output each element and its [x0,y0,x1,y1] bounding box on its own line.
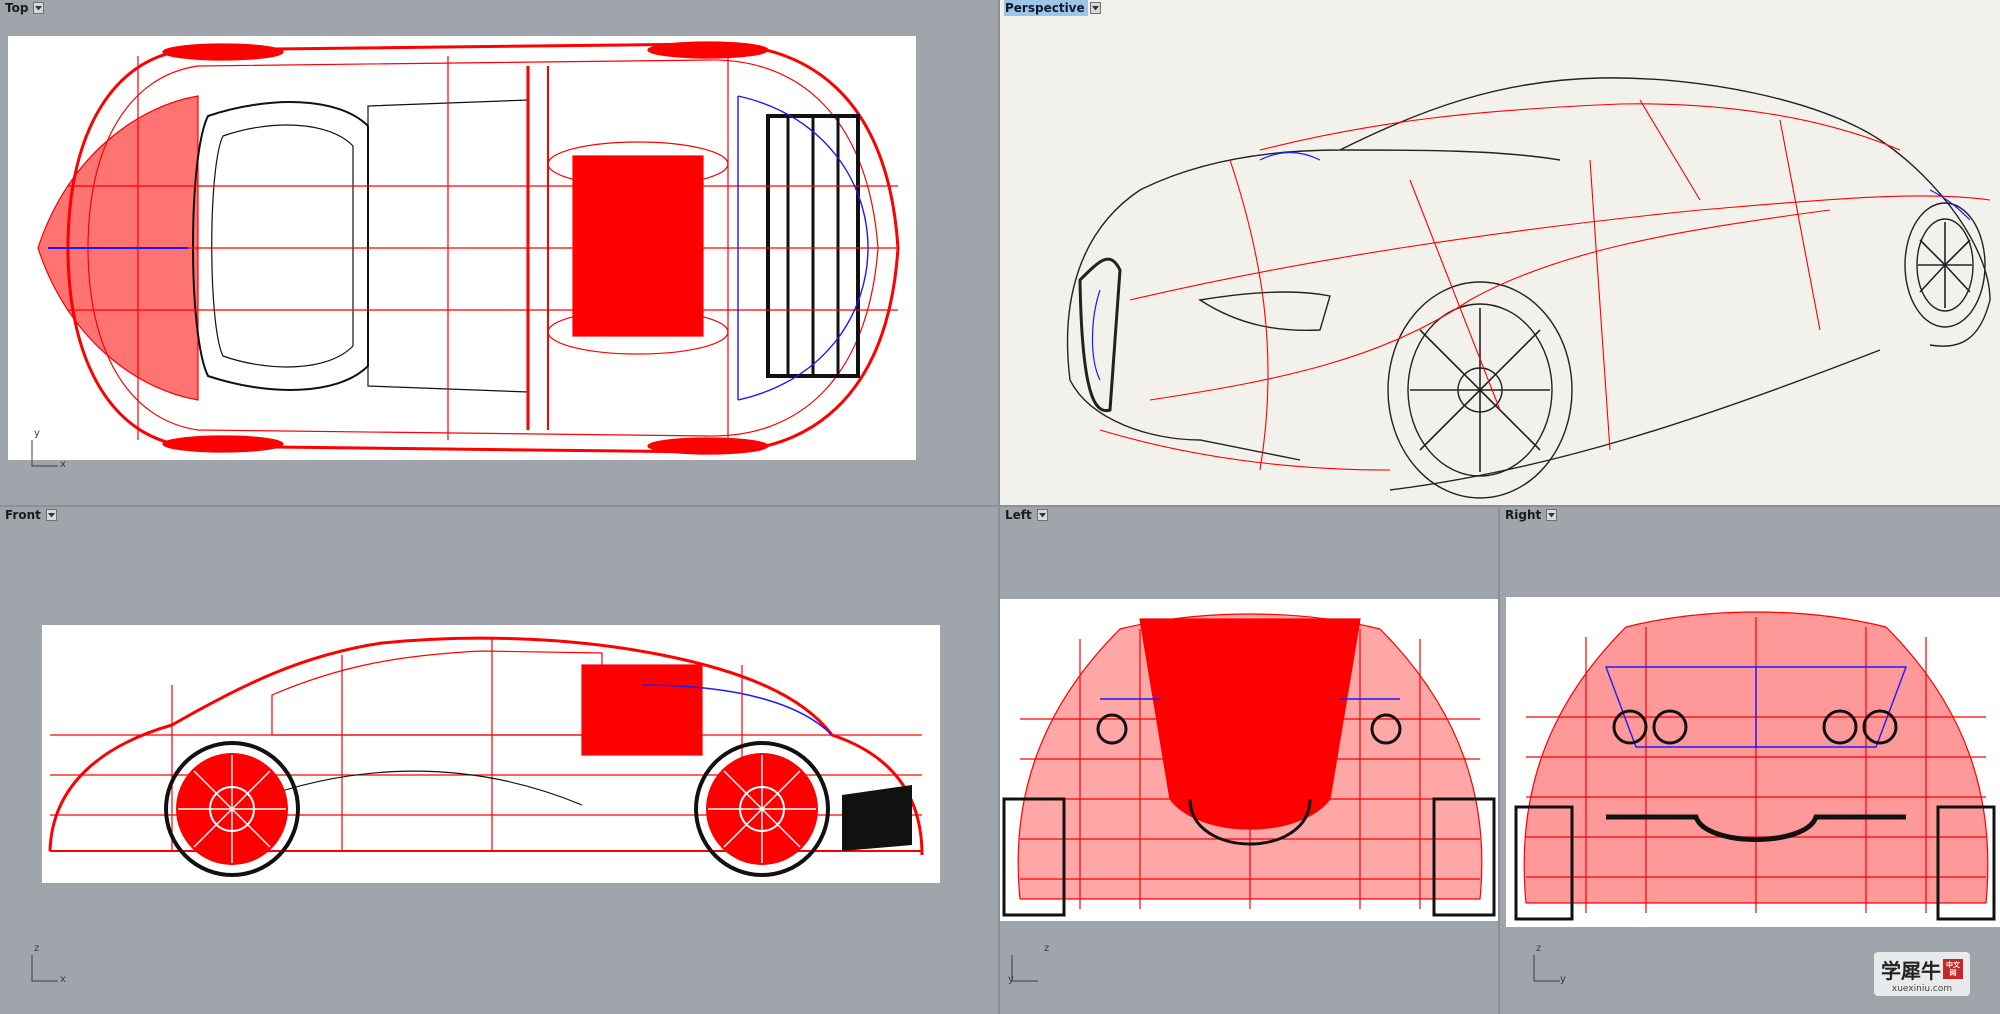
chevron-down-icon[interactable] [1036,509,1048,521]
viewport-title: Right [1505,508,1542,522]
viewport-left[interactable]: Left z y [1000,507,1498,1014]
viewport-title: Front [5,508,41,522]
viewport-tab-front[interactable]: Front [0,507,57,523]
axis-gizmo-icon: z x [28,943,68,987]
chevron-down-icon[interactable] [1546,509,1558,521]
axis-label-vertical: z [1044,943,1050,954]
axis-gizmo-icon: z y [1008,943,1049,987]
car-wireframe-top [37,41,900,455]
axis-label-vertical: z [1536,943,1542,954]
viewport-perspective[interactable]: Perspective [1000,0,2000,505]
axis-label-vertical: y [34,428,40,439]
car-wireframe-front [48,636,924,877]
viewport-title: Top [5,1,29,15]
viewport-top[interactable]: Top y x [0,0,998,505]
viewport-title: Left [1005,508,1032,522]
blueprint-image-left [1000,599,1498,921]
viewport-right[interactable]: Right z y 学犀牛 中文网 xuexiniu.com [1500,507,2000,1014]
chevron-down-icon[interactable] [1089,2,1101,14]
car-wireframe-rear-right [1514,611,1996,921]
axis-label-horizontal: x [60,974,66,985]
viewport-tab-top[interactable]: Top [0,0,45,16]
axis-gizmo-icon: z y [1530,943,1570,987]
watermark-main-text: 学犀牛 [1881,958,1941,983]
axis-label-horizontal: y [1008,974,1014,985]
chevron-down-icon[interactable] [45,509,57,521]
viewport-tab-perspective[interactable]: Perspective [1000,0,1101,16]
viewport-tab-right[interactable]: Right [1500,507,1558,523]
watermark-url: xuexiniu.com [1891,983,1953,994]
car-wireframe-rear-left [1002,613,1496,917]
axis-gizmo-icon: y x [28,428,68,472]
sketch-image-perspective [1000,0,2000,505]
blueprint-image-right [1506,597,2000,927]
blueprint-image-front [42,625,940,883]
chevron-down-icon[interactable] [33,2,45,14]
watermark-badge: 中文网 [1943,959,1963,979]
axis-label-horizontal: x [60,459,66,470]
axis-label-horizontal: y [1560,974,1566,985]
viewport-front[interactable]: Front z x [0,507,998,1014]
car-sketch-perspective [1066,77,1991,499]
watermark-logo: 学犀牛 中文网 xuexiniu.com [1874,952,1970,996]
axis-label-vertical: z [34,943,40,954]
viewport-tab-left[interactable]: Left [1000,507,1048,523]
blueprint-image-top [8,36,916,460]
viewport-title: Perspective [1004,0,1088,16]
